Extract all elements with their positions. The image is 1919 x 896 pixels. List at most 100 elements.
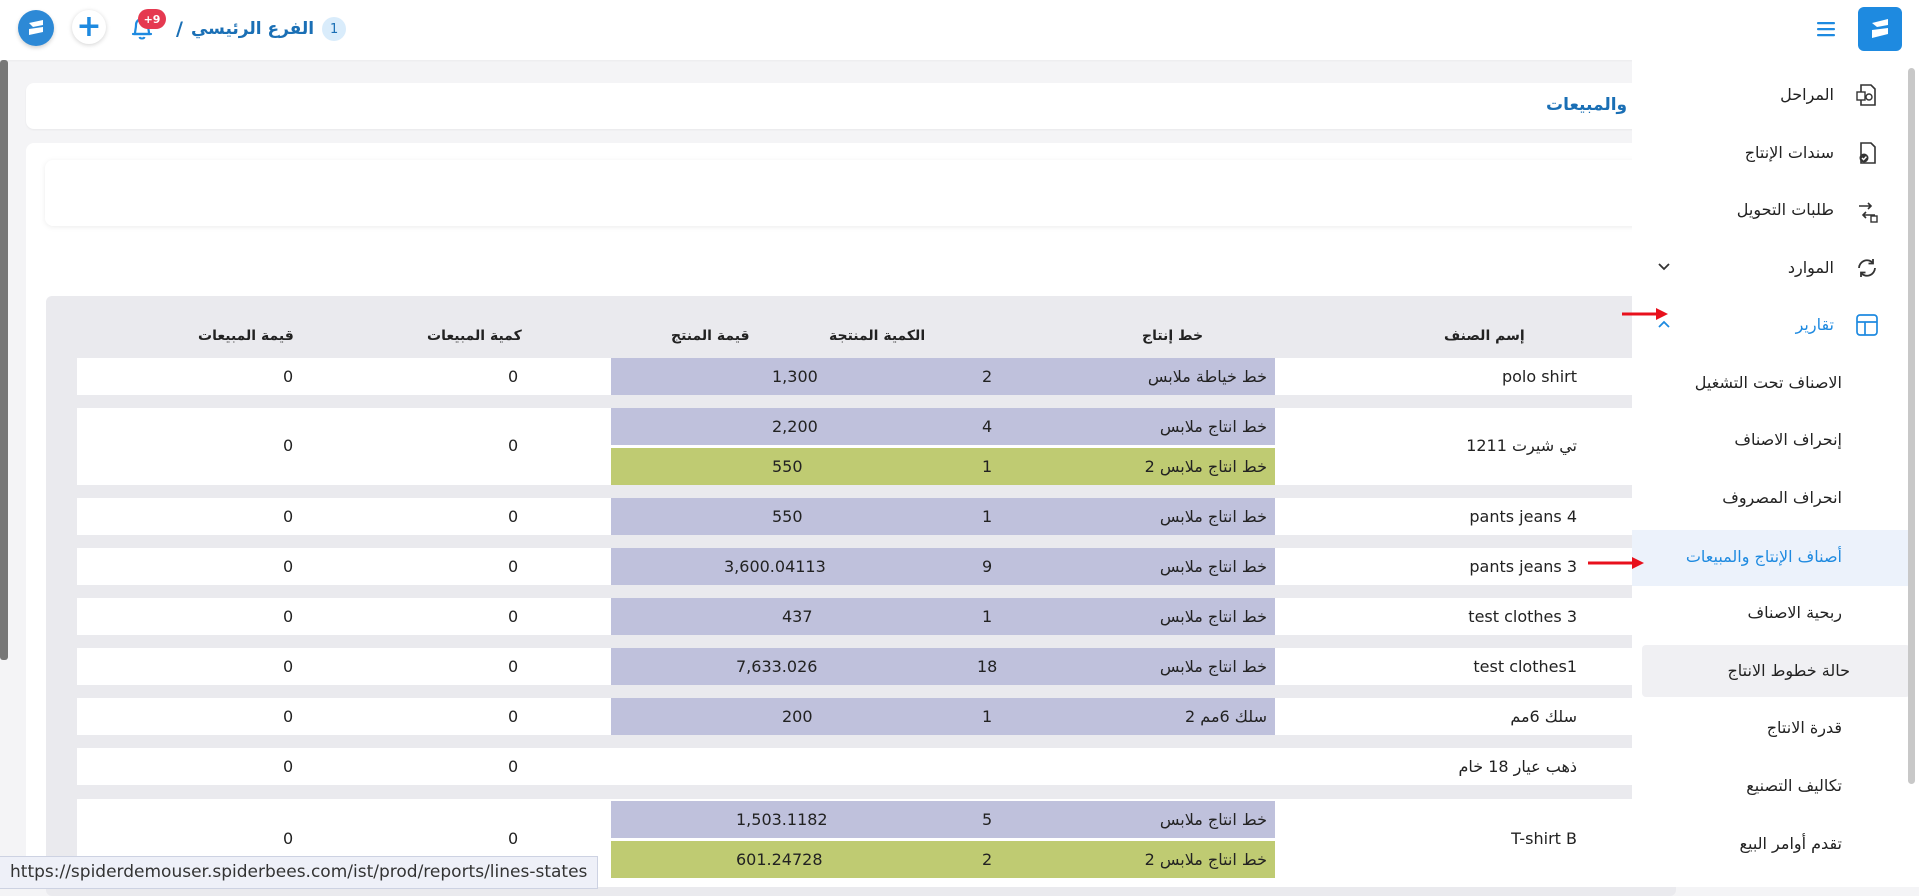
sales-qty: 0 bbox=[508, 657, 519, 676]
sidebar-item-label: الموارد bbox=[1787, 258, 1834, 277]
line-value: 437 bbox=[782, 607, 813, 626]
sales-value: 0 bbox=[283, 607, 294, 626]
line-qty: 1 bbox=[982, 457, 993, 476]
line-value: 2,200 bbox=[772, 417, 818, 436]
header-sales-value: قيمة المبيعات bbox=[198, 328, 294, 344]
production-line-row: خط انتاج ملابس 9 3,600.04113 bbox=[611, 548, 1275, 585]
item-name: polo shirt bbox=[1501, 367, 1577, 386]
table-row[interactable]: test clothes 3 خط انتاج ملابس 1 437 0 0 bbox=[77, 598, 1667, 635]
app-logo-icon[interactable] bbox=[18, 10, 54, 46]
sales-value: 0 bbox=[283, 829, 294, 848]
line-qty: 5 bbox=[982, 810, 993, 829]
line-name: خط انتاج ملابس bbox=[1159, 657, 1267, 676]
sidebar-subitem-items-deviation[interactable]: إنحراف الاصناف bbox=[1632, 415, 1912, 465]
filter-panel bbox=[45, 160, 1665, 226]
line-name: خط انتاج ملابس 2 bbox=[1144, 850, 1267, 869]
sidebar-item-label: طلبات التحويل bbox=[1736, 200, 1834, 219]
item-name: T-shirt B bbox=[1511, 829, 1577, 848]
sidebar-subitem-production-sales-items[interactable]: أصناف الإنتاج والمبيعات bbox=[1632, 530, 1912, 586]
breadcrumb-separator: / bbox=[176, 18, 183, 40]
sales-value: 0 bbox=[283, 707, 294, 726]
branch-name[interactable]: الفرع الرئيسي bbox=[191, 19, 314, 39]
sales-qty: 0 bbox=[508, 367, 519, 386]
sidebar-subitem-label: إنحراف الاصناف bbox=[1734, 430, 1842, 449]
sales-qty: 0 bbox=[508, 829, 519, 848]
line-qty: 18 bbox=[977, 657, 998, 676]
sales-qty: 0 bbox=[508, 507, 519, 526]
line-qty: 9 bbox=[982, 557, 993, 576]
table-row[interactable]: polo shirt خط خياطة ملابس 2 1,300 0 0 bbox=[77, 358, 1667, 395]
sales-qty: 0 bbox=[508, 757, 519, 776]
line-value: 200 bbox=[782, 707, 813, 726]
sidebar-subitem-label: انحراف المصروف bbox=[1722, 488, 1842, 507]
sidebar-subitem-label: تقدم أوامر البيع bbox=[1739, 834, 1842, 853]
line-value: 7,633.026 bbox=[736, 657, 818, 676]
sidebar-subitem-production-capacity[interactable]: قدرة الانتاج bbox=[1632, 703, 1912, 753]
status-bar-url: https://spiderdemouser.spiderbees.com/is… bbox=[0, 856, 599, 889]
line-qty: 1 bbox=[982, 607, 993, 626]
sidebar-item-label: المراحل bbox=[1780, 85, 1834, 104]
brand-logo-icon[interactable] bbox=[1858, 7, 1902, 51]
header-produced-qty: الكمية المنتجة bbox=[829, 328, 926, 344]
line-name: خط انتاج ملابس bbox=[1159, 557, 1267, 576]
production-line-row: خط انتاج ملابس 1 550 bbox=[611, 498, 1275, 535]
line-value: 1,503.1182 bbox=[736, 810, 828, 829]
production-line-row: خط انتاج ملابس 2 1 550 bbox=[611, 448, 1275, 485]
breadcrumb: / الفرع الرئيسي 1 bbox=[176, 14, 347, 44]
sidebar-subitem-label: حالة خطوط الانتاج bbox=[1727, 661, 1850, 680]
table-row[interactable]: test clothes1 خط انتاج ملابس 18 7,633.02… bbox=[77, 648, 1667, 685]
chevron-down-icon[interactable] bbox=[1656, 258, 1672, 274]
branch-number-badge: 1 bbox=[322, 17, 347, 41]
sidebar-subitem-label: الاصناف تحت التشغيل bbox=[1694, 373, 1842, 392]
page-scrollbar[interactable] bbox=[0, 60, 8, 660]
sidebar-subitem-label: ربحية الاصناف bbox=[1747, 603, 1842, 622]
sidebar-subitem-sales-orders-progress[interactable]: تقدم أوامر البيع bbox=[1632, 819, 1912, 869]
line-value: 3,600.04113 bbox=[724, 557, 826, 576]
top-bar: + +9 / الفرع الرئيسي 1 bbox=[0, 0, 1919, 60]
header-production-line: خط إنتاج bbox=[1142, 328, 1204, 344]
sidebar-scrollbar[interactable] bbox=[1908, 68, 1915, 784]
sidebar-subitem-label: أصناف الإنتاج والمبيعات bbox=[1685, 547, 1842, 566]
header-sales-qty: كمية المبيعات bbox=[427, 328, 522, 344]
red-arrow-icon bbox=[1588, 555, 1646, 571]
header-product-value: قيمة المنتج bbox=[671, 328, 750, 344]
line-name: خط انتاج ملابس bbox=[1159, 507, 1267, 526]
sidebar-subitem-production-lines-status[interactable]: حالة خطوط الانتاج bbox=[1642, 645, 1910, 697]
sales-value: 0 bbox=[283, 757, 294, 776]
sales-value: 0 bbox=[283, 557, 294, 576]
item-name: pants jeans 4 bbox=[1469, 507, 1577, 526]
item-name: pants jeans 3 bbox=[1469, 557, 1577, 576]
reports-icon bbox=[1854, 312, 1880, 338]
production-line-row: خط انتاج ملابس 4 2,200 bbox=[611, 408, 1275, 445]
sidebar-subitem-label: قدرة الانتاج bbox=[1766, 718, 1842, 737]
sidebar-subitem-manufacturing-costs[interactable]: تكاليف التصنيع bbox=[1632, 761, 1912, 811]
table-row[interactable]: سلك 6مم سلك 6مم 2 1 200 0 0 bbox=[77, 698, 1667, 735]
sidebar-subitem-expense-deviation[interactable]: انحراف المصروف bbox=[1632, 473, 1912, 523]
sidebar-item-label: سندات الإنتاج bbox=[1744, 143, 1834, 162]
item-name: سلك 6مم bbox=[1510, 707, 1577, 726]
table-row[interactable]: pants jeans 4 خط انتاج ملابس 1 550 0 0 bbox=[77, 498, 1667, 535]
line-value: 550 bbox=[772, 457, 803, 476]
transfer-request-icon bbox=[1854, 198, 1880, 224]
table-row[interactable]: ذهب عيار 18 خام 0 0 bbox=[77, 748, 1667, 785]
table-row[interactable]: pants jeans 3 خط انتاج ملابس 9 3,600.041… bbox=[77, 548, 1667, 585]
sidebar-subitem-items-under-operation[interactable]: الاصناف تحت التشغيل bbox=[1632, 358, 1912, 408]
header-item-name: إسم الصنف bbox=[1444, 328, 1525, 344]
sidebar-subitem-label: تكاليف التصنيع bbox=[1746, 776, 1842, 795]
red-arrow-icon bbox=[1622, 306, 1670, 322]
sidebar-subitem-items-profitability[interactable]: ربحية الاصناف bbox=[1632, 588, 1912, 638]
line-name: خط خياطة ملابس bbox=[1147, 367, 1267, 386]
menu-toggle-icon[interactable] bbox=[1814, 17, 1838, 41]
page-title: ج والمبيعات bbox=[1546, 95, 1646, 115]
production-line-row: خط انتاج ملابس 5 1,503.1182 bbox=[611, 801, 1275, 838]
line-name: خط انتاج ملابس bbox=[1159, 417, 1267, 436]
line-value: 601.24728 bbox=[736, 850, 823, 869]
add-button[interactable]: + bbox=[72, 10, 106, 44]
stages-icon bbox=[1854, 82, 1880, 108]
page-title-card bbox=[26, 83, 1656, 129]
line-name: خط انتاج ملابس bbox=[1159, 607, 1267, 626]
plus-icon: + bbox=[76, 9, 102, 44]
production-line-row: سلك 6مم 2 1 200 bbox=[611, 698, 1275, 735]
production-line-row: خط انتاج ملابس 18 7,633.026 bbox=[611, 648, 1275, 685]
table-row[interactable]: تي شيرت 1211 خط انتاج ملابس 4 2,200 خط ا… bbox=[77, 408, 1667, 485]
